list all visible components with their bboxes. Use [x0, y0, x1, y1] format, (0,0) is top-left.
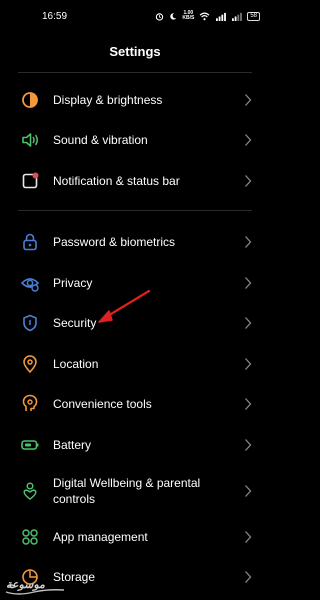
signal-icon-2	[232, 12, 243, 21]
network-speed-unit: KB/S	[182, 15, 195, 21]
settings-item-digital-wellbeing[interactable]: Digital Wellbeing & parental controls	[0, 474, 270, 508]
privacy-eye-icon	[20, 278, 40, 292]
settings-item-display-brightness[interactable]: Display & brightness	[0, 88, 270, 112]
shield-icon	[23, 314, 37, 332]
chevron-right-icon	[245, 317, 252, 329]
settings-item-label: Password & biometrics	[53, 235, 176, 249]
chevron-right-icon	[245, 531, 252, 543]
wellbeing-icon	[23, 482, 37, 500]
chevron-right-icon	[245, 236, 252, 248]
settings-item-convenience-tools[interactable]: Convenience tools	[0, 392, 270, 416]
settings-item-label: Display & brightness	[53, 93, 163, 107]
settings-item-password-biometrics[interactable]: Password & biometrics	[0, 230, 270, 254]
settings-item-label-line1: Digital Wellbeing & parental	[53, 476, 201, 490]
settings-item-label-line2: controls	[53, 492, 96, 506]
battery-icon	[21, 440, 39, 450]
status-icons: 1.00 KB/S 58	[155, 10, 260, 22]
lock-icon	[23, 233, 37, 251]
settings-item-label: App management	[53, 530, 148, 544]
chevron-right-icon	[245, 485, 252, 497]
app-management-icon	[22, 529, 38, 545]
settings-item-label: Battery	[53, 438, 92, 452]
chevron-right-icon	[245, 134, 252, 146]
network-speed: 1.00 KB/S	[182, 11, 194, 21]
wifi-icon	[199, 12, 210, 20]
battery-indicator: 58	[247, 11, 260, 21]
settings-item-label: Privacy	[53, 276, 93, 290]
chevron-right-icon	[245, 571, 252, 583]
location-pin-icon	[23, 355, 37, 374]
settings-item-app-management[interactable]: App management	[0, 525, 270, 549]
settings-item-location[interactable]: Location	[0, 352, 270, 376]
status-time: 16:59	[42, 11, 68, 22]
settings-item-sound-vibration[interactable]: Sound & vibration	[0, 128, 270, 152]
settings-item-label: Location	[53, 357, 99, 371]
chevron-right-icon	[245, 94, 252, 106]
do-not-disturb-icon	[170, 12, 177, 20]
sound-icon	[22, 133, 38, 147]
chevron-right-icon	[245, 175, 252, 187]
chevron-right-icon	[245, 358, 252, 370]
settings-item-notification-status-bar[interactable]: Notification & status bar	[0, 169, 270, 193]
settings-item-privacy[interactable]: Privacy	[0, 271, 270, 295]
settings-item-battery[interactable]: Battery	[0, 433, 270, 457]
group-divider	[18, 210, 252, 211]
header-divider	[18, 72, 252, 73]
convenience-tools-icon	[22, 394, 38, 411]
watermark-text: موسوعة	[6, 579, 45, 591]
settings-item-label: Security	[53, 316, 97, 330]
alarm-icon	[156, 12, 164, 21]
chevron-right-icon	[245, 439, 252, 451]
signal-icon	[216, 12, 227, 21]
page-title: Settings	[109, 44, 161, 59]
notification-icon	[22, 172, 39, 189]
settings-item-label: Sound & vibration	[53, 133, 148, 147]
settings-item-label: Convenience tools	[53, 397, 152, 411]
settings-item-security[interactable]: Security	[0, 311, 270, 335]
display-brightness-icon	[22, 92, 38, 108]
chevron-right-icon	[245, 277, 252, 289]
settings-item-label: Notification & status bar	[53, 174, 180, 188]
status-bar: 16:59 1.00 KB/S 58	[0, 0, 270, 34]
chevron-right-icon	[245, 398, 252, 410]
